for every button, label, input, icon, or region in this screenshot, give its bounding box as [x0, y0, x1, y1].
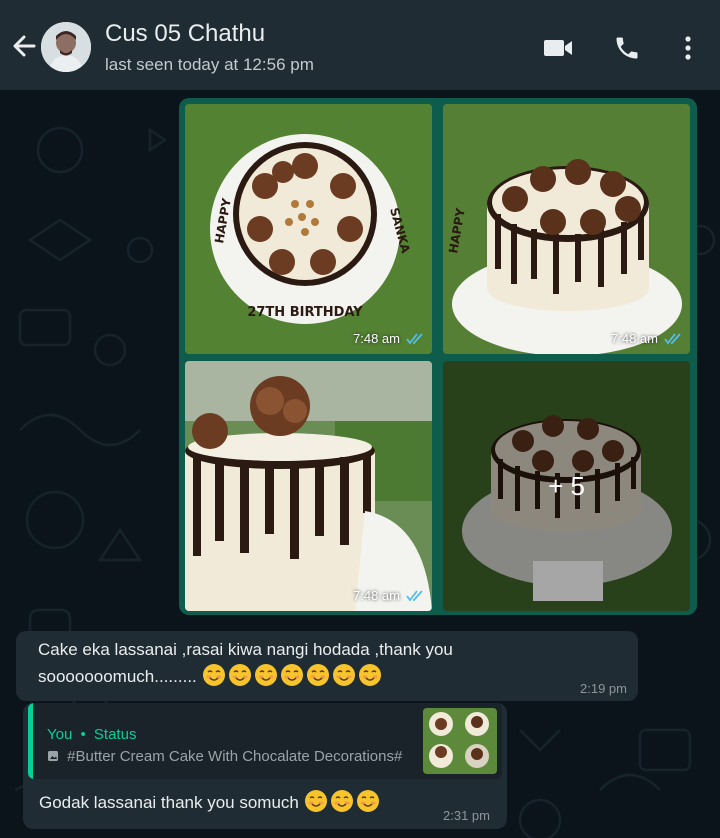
- quoted-status[interactable]: You • Status #Butter Cream Cake With Cho…: [28, 703, 502, 779]
- smiling-emoji-row: [202, 664, 384, 686]
- media-album-bubble[interactable]: 27TH BIRTHDAY HAPPY SANKA 7:48 am HAPPY …: [179, 98, 697, 615]
- more-options-icon[interactable]: [670, 30, 706, 66]
- quote-sender: You • Status: [47, 726, 136, 743]
- read-ticks-icon: [406, 332, 423, 344]
- chat-header: Cus 05 Chathu last seen today at 12:56 p…: [0, 0, 720, 90]
- video-call-icon[interactable]: [540, 30, 576, 66]
- media-tile-3[interactable]: 7:48 am: [185, 361, 432, 611]
- message-time: 2:19 pm: [580, 681, 627, 696]
- quote-type: Status: [93, 726, 137, 743]
- media-meta: 7:48 am: [611, 331, 682, 346]
- quote-thumbnail: [423, 708, 497, 774]
- contact-name[interactable]: Cus 05 Chathu: [105, 20, 265, 48]
- last-seen-status: last seen today at 12:56 pm: [105, 55, 314, 74]
- smiling-face-emoji: [202, 664, 225, 686]
- message-text: Godak lassanai thank you somuch: [39, 789, 382, 816]
- message-body: Godak lassanai thank you somuch: [39, 793, 299, 812]
- media-tile-2[interactable]: HAPPY 7:48 am: [443, 104, 690, 354]
- read-ticks-icon: [406, 589, 423, 601]
- read-ticks-icon: [664, 332, 681, 344]
- message-line-2-text: sooooooomuch.........: [38, 667, 197, 686]
- quote-separator: •: [80, 726, 86, 743]
- media-meta: 7:48 am: [353, 331, 424, 346]
- image-icon: [48, 751, 58, 761]
- more-media-count[interactable]: + 5: [443, 361, 690, 611]
- smiling-face-emoji: [306, 664, 329, 686]
- incoming-message[interactable]: Cake eka lassanai ,rasai kiwa nangi hoda…: [16, 631, 638, 701]
- message-line-1: Cake eka lassanai ,rasai kiwa nangi hoda…: [38, 640, 453, 659]
- avatar[interactable]: [41, 22, 91, 72]
- smiling-face-emoji: [330, 790, 353, 812]
- message-time: 7:48 am: [353, 588, 400, 603]
- back-arrow-icon[interactable]: [8, 28, 40, 64]
- smiling-face-emoji: [280, 664, 303, 686]
- quote-text: #Butter Cream Cake With Chocalate Decora…: [47, 748, 402, 765]
- media-tile-1[interactable]: 27TH BIRTHDAY HAPPY SANKA 7:48 am: [185, 104, 432, 354]
- smiling-face-emoji: [332, 664, 355, 686]
- smiling-face-emoji: [228, 664, 251, 686]
- smiling-face-emoji: [356, 790, 379, 812]
- media-meta: 7:48 am: [353, 588, 424, 603]
- cake-text: 27TH BIRTHDAY: [247, 305, 363, 320]
- media-tile-more[interactable]: + 5: [443, 361, 690, 611]
- smiling-face-emoji: [254, 664, 277, 686]
- message-time: 2:31 pm: [443, 808, 490, 823]
- message-time: 7:48 am: [611, 331, 658, 346]
- smiling-face-emoji: [304, 790, 327, 812]
- quote-sender-name: You: [47, 726, 73, 743]
- quote-caption: #Butter Cream Cake With Chocalate Decora…: [67, 748, 403, 765]
- message-time: 7:48 am: [353, 331, 400, 346]
- message-text: Cake eka lassanai ,rasai kiwa nangi hoda…: [38, 636, 453, 690]
- quote-accent-bar: [28, 703, 33, 779]
- smiling-emoji-row: [304, 790, 382, 812]
- smiling-face-emoji: [358, 664, 381, 686]
- message-line-2: sooooooomuch.........: [38, 663, 453, 690]
- voice-call-icon[interactable]: [609, 30, 645, 66]
